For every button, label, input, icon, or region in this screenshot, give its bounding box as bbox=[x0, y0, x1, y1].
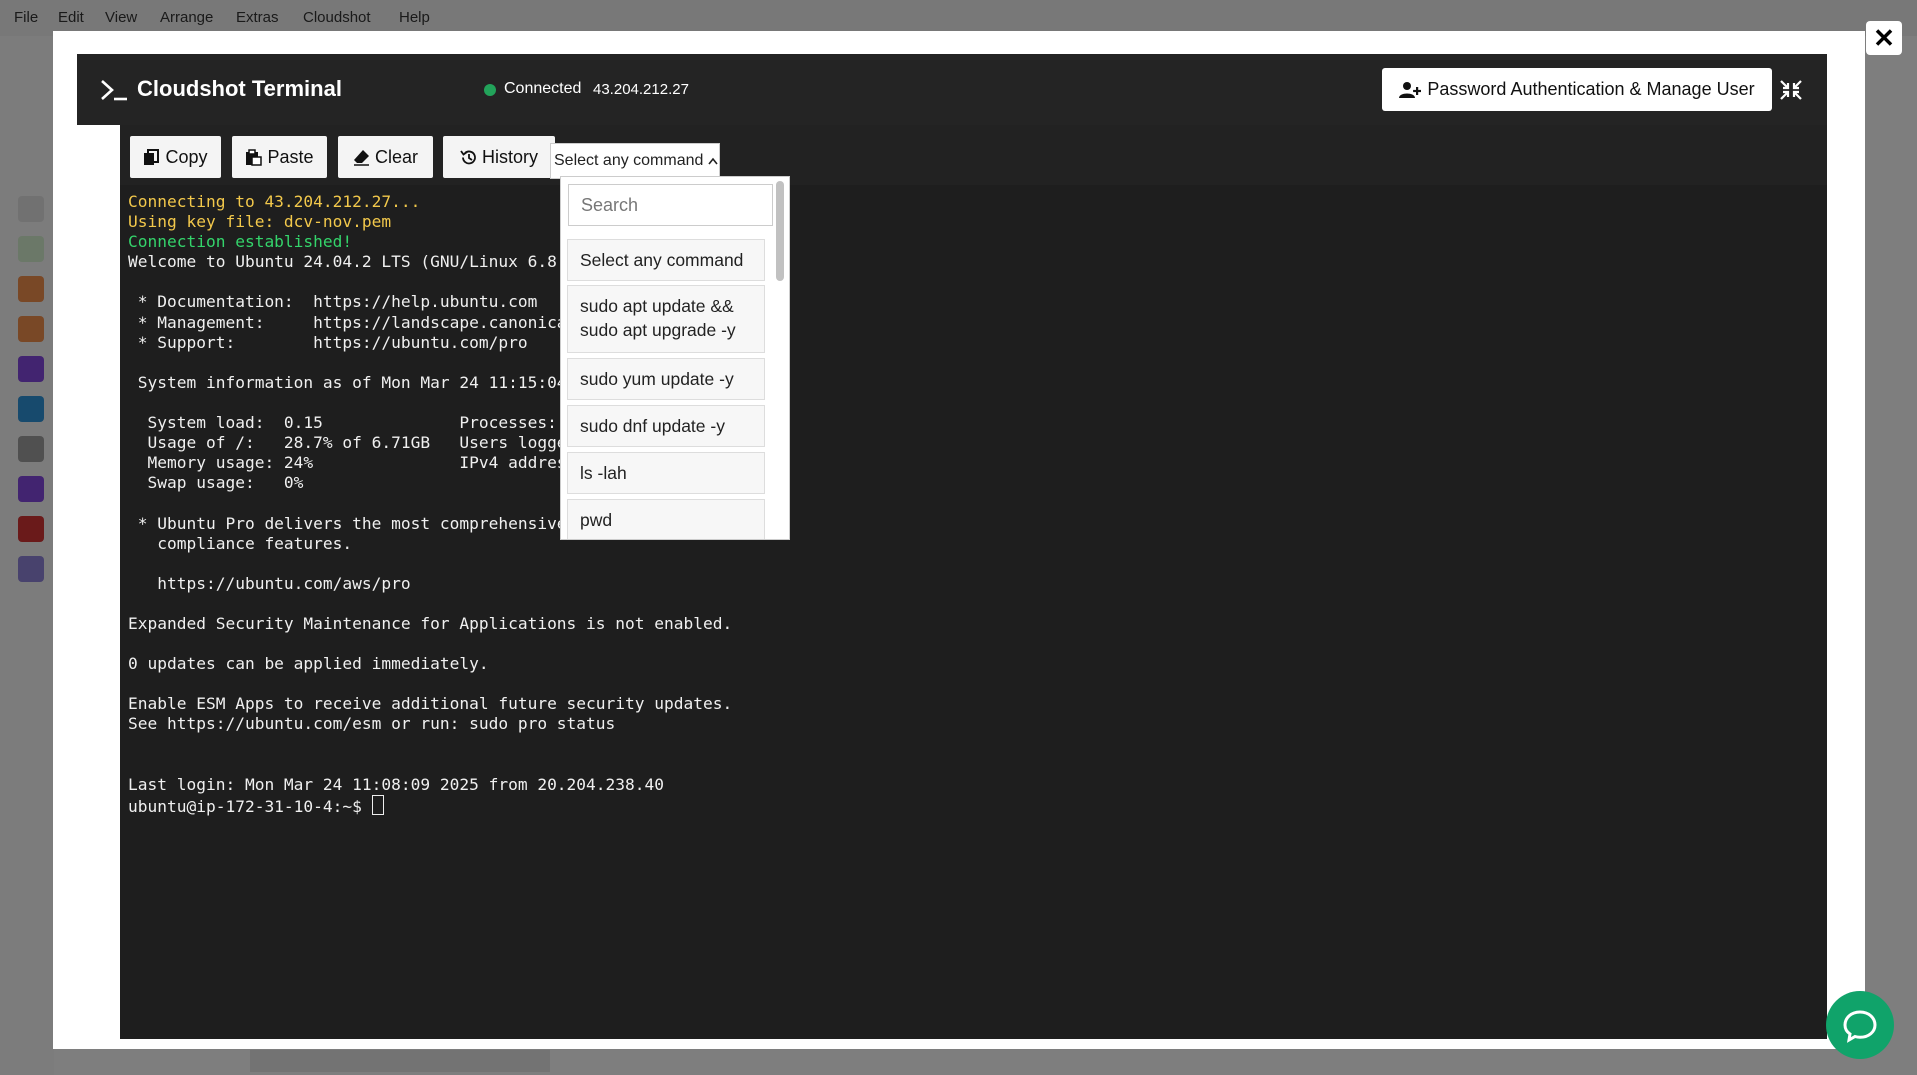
terminal-output[interactable]: Connecting to 43.204.212.27... Using key… bbox=[128, 192, 1818, 1032]
output-line: See https://ubuntu.com/esm or run: sudo … bbox=[128, 714, 616, 734]
command-select[interactable]: Select any command bbox=[550, 143, 720, 179]
output-line: https://ubuntu.com/aws/pro bbox=[128, 573, 411, 593]
history-icon bbox=[460, 149, 476, 164]
paste-button[interactable]: Paste bbox=[232, 136, 327, 178]
output-line: compliance features. bbox=[128, 533, 353, 553]
command-option[interactable]: sudo dnf update -y bbox=[567, 405, 765, 447]
dropdown-scrollbar[interactable] bbox=[776, 181, 784, 281]
collapse-icon[interactable] bbox=[1780, 80, 1802, 100]
chat-bubble-icon bbox=[1843, 1009, 1877, 1043]
copy-label: Copy bbox=[165, 146, 208, 167]
user-plus-icon bbox=[1399, 81, 1422, 98]
connection-status: Connected bbox=[504, 80, 582, 97]
terminal-cursor bbox=[371, 794, 384, 815]
shell-prompt: ubuntu@ip-172-31-10-4:~$ bbox=[128, 796, 372, 816]
output-line: * Support: https://ubuntu.com/pro bbox=[128, 332, 528, 352]
output-line: Expanded Security Maintenance for Applic… bbox=[128, 613, 733, 633]
terminal-toolbar: Copy Paste Clear History Select any comm… bbox=[120, 125, 1827, 185]
output-line: 0 updates can be applied immediately. bbox=[128, 654, 489, 674]
terminal-title: Cloudshot Terminal bbox=[137, 76, 342, 101]
chevron-up-icon bbox=[708, 157, 719, 165]
close-modal-button[interactable]: ✕ bbox=[1866, 21, 1902, 55]
output-line: System load: 0.15 Processes: bbox=[128, 413, 557, 433]
output-line: * Ubuntu Pro delivers the most comprehen… bbox=[128, 513, 596, 533]
chat-widget-button[interactable] bbox=[1826, 991, 1894, 1059]
password-auth-manage-user-button[interactable]: Password Authentication & Manage User bbox=[1382, 68, 1772, 111]
copy-button[interactable]: Copy bbox=[130, 136, 221, 178]
output-keyfile: Using key file: dcv-nov.pem bbox=[128, 212, 392, 232]
modal-left-gutter bbox=[77, 125, 120, 1039]
command-option[interactable]: sudo apt update && sudo apt upgrade -y bbox=[567, 285, 765, 353]
terminal-icon bbox=[101, 80, 127, 101]
terminal-header: Cloudshot Terminal Connected 43.204.212.… bbox=[77, 54, 1827, 125]
output-line: Usage of /: 28.7% of 6.71GB Users logged… bbox=[128, 433, 596, 453]
eraser-icon bbox=[353, 149, 369, 166]
output-connecting: Connecting to 43.204.212.27... bbox=[128, 192, 421, 211]
connection-ip: 43.204.212.27 bbox=[593, 81, 689, 98]
output-line: System information as of Mon Mar 24 11:1… bbox=[128, 372, 596, 392]
output-line: Memory usage: 24% IPv4 address f bbox=[128, 453, 596, 473]
output-line: * Documentation: https://help.ubuntu.com bbox=[128, 292, 538, 312]
output-line: * Management: https://landscape.canonica… bbox=[128, 312, 596, 332]
terminal-window: Cloudshot Terminal Connected 43.204.212.… bbox=[77, 54, 1827, 1039]
output-established: Connection established! bbox=[128, 232, 353, 252]
command-option[interactable]: sudo yum update -y bbox=[567, 358, 765, 400]
password-auth-label: Password Authentication & Manage User bbox=[1427, 79, 1755, 99]
clear-label: Clear bbox=[374, 146, 418, 167]
clear-button[interactable]: Clear bbox=[338, 136, 433, 178]
copy-icon bbox=[144, 148, 160, 165]
command-select-value: Select any command bbox=[554, 152, 704, 169]
output-line: Welcome to Ubuntu 24.04.2 LTS (GNU/Linux… bbox=[128, 252, 596, 272]
output-line: Last login: Mon Mar 24 11:08:09 2025 fro… bbox=[128, 774, 665, 794]
paste-label: Paste bbox=[267, 146, 314, 167]
output-line: Enable ESM Apps to receive additional fu… bbox=[128, 694, 733, 714]
history-label: History bbox=[481, 146, 538, 167]
history-button[interactable]: History bbox=[443, 136, 555, 178]
output-line: Swap usage: 0% bbox=[128, 473, 304, 493]
command-option[interactable]: Select any command bbox=[567, 239, 765, 281]
status-dot bbox=[484, 84, 496, 96]
command-option[interactable]: ls -lah bbox=[567, 452, 765, 494]
command-dropdown: Select any command sudo apt update && su… bbox=[560, 176, 790, 540]
paste-icon bbox=[246, 148, 263, 166]
command-search-input[interactable] bbox=[568, 184, 773, 226]
command-option[interactable]: pwd bbox=[567, 499, 765, 539]
